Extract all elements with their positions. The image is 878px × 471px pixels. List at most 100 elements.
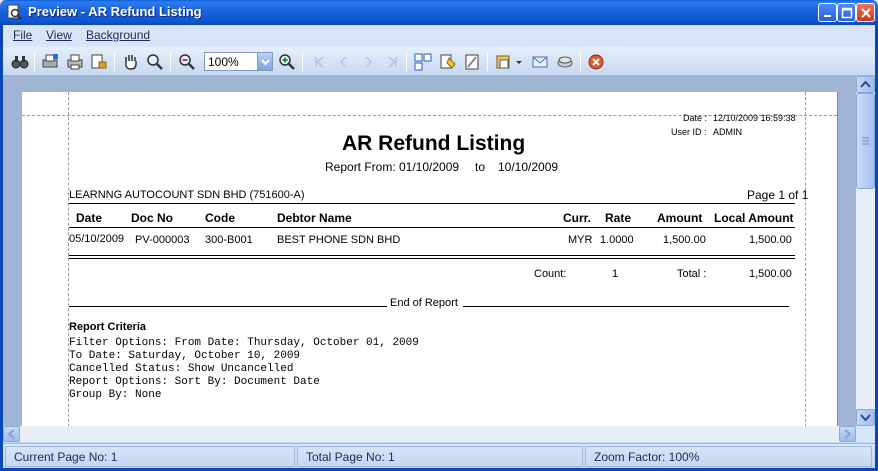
prev-page-icon <box>339 56 347 68</box>
toolbar-separator <box>406 52 407 71</box>
find-icon <box>11 56 29 69</box>
menu-background[interactable]: Background <box>86 28 150 42</box>
multi-page-button[interactable] <box>413 52 433 72</box>
column-header-code: Code <box>205 211 235 225</box>
close-button[interactable] <box>856 3 875 22</box>
magnifier-icon <box>147 54 163 70</box>
chevron-left-icon <box>7 429 15 439</box>
total-label: Total : <box>677 268 707 280</box>
row-debtor-name: BEST PHONE SDN BHD <box>277 234 401 246</box>
next-page-button[interactable] <box>358 52 378 72</box>
column-header-rate: Rate <box>605 211 632 225</box>
header-top-rule <box>69 203 795 204</box>
row-date: 05/10/2009 <box>69 233 125 245</box>
vertical-scrollbar[interactable] <box>856 76 875 426</box>
window-title: Preview - AR Refund Listing <box>28 4 202 19</box>
user-id-label: User ID : <box>671 127 707 137</box>
chevron-right-icon <box>844 429 852 439</box>
preview-area[interactable]: Date : 12/10/2009 16:59:38 User ID : ADM… <box>3 76 856 426</box>
report-from-label: Report From: <box>325 160 396 174</box>
minimize-button[interactable] <box>818 3 837 22</box>
total-rule-top <box>69 255 795 256</box>
report-criteria-line: Group By: None <box>69 389 162 401</box>
status-current-page: Current Page No: 1 <box>5 446 295 467</box>
watermark-button[interactable] <box>462 52 482 72</box>
column-header-date: Date <box>76 211 103 225</box>
zoom-out-icon <box>179 54 195 70</box>
report-page: Date : 12/10/2009 16:59:38 User ID : ADM… <box>22 92 837 426</box>
find-button[interactable] <box>10 52 30 72</box>
status-bar: Current Page No: 1 Total Page No: 1 Zoom… <box>3 443 875 468</box>
hand-tool-button[interactable] <box>121 52 141 72</box>
send-button[interactable] <box>555 52 575 72</box>
next-page-icon <box>365 56 373 68</box>
report-from-date: 01/10/2009 <box>399 160 460 174</box>
scroll-down-button[interactable] <box>856 409 875 426</box>
chevron-down-icon <box>261 59 270 66</box>
prev-page-button[interactable] <box>334 52 354 72</box>
total-value: 1,500.00 <box>749 268 792 280</box>
close-icon <box>861 8 871 18</box>
scroll-left-button[interactable] <box>3 426 20 442</box>
save-dropdown-button[interactable] <box>514 52 524 72</box>
maximize-icon <box>841 7 853 19</box>
zoom-value: 100% <box>208 55 239 69</box>
page-color-button[interactable] <box>438 52 458 72</box>
page-color-icon <box>440 54 456 69</box>
title-bar: Preview - AR Refund Listing <box>0 0 878 25</box>
close-preview-icon <box>588 54 604 70</box>
close-preview-button[interactable] <box>586 52 606 72</box>
vertical-scroll-thumb[interactable] <box>856 93 875 189</box>
print-button[interactable] <box>65 52 85 72</box>
margin-guide <box>805 92 806 426</box>
last-page-button[interactable] <box>382 52 402 72</box>
column-header-local-amount: Local Amount <box>714 211 794 225</box>
export-button[interactable] <box>89 52 109 72</box>
hand-icon <box>125 55 137 70</box>
menu-bar: File View Background <box>3 25 875 47</box>
zoom-select[interactable]: 100% <box>204 52 273 71</box>
date-label: Date : <box>683 113 708 123</box>
send-icon <box>557 56 573 68</box>
chevron-down-icon <box>860 414 871 422</box>
report-criteria-line: Filter Options: From Date: Thursday, Oct… <box>69 337 419 349</box>
email-button[interactable] <box>530 52 550 72</box>
column-header-curr: Curr. <box>563 211 592 225</box>
zoom-dropdown-button[interactable] <box>257 53 272 70</box>
end-of-report: End of Report <box>390 297 458 309</box>
count-label: Count: <box>534 268 567 280</box>
toolbar-separator <box>170 52 171 71</box>
horizontal-scrollbar[interactable] <box>3 426 856 442</box>
scroll-up-button[interactable] <box>856 76 875 93</box>
end-report-rule-left <box>69 306 387 307</box>
menu-file[interactable]: File <box>13 28 32 42</box>
report-criteria-line: Cancelled Status: Show Uncancelled <box>69 363 294 375</box>
toolbar-separator <box>302 52 303 71</box>
page-info: Page 1 of 1 <box>747 188 809 202</box>
row-amount: 1,500.00 <box>663 234 706 246</box>
zoom-out-button[interactable] <box>177 52 197 72</box>
preview-app-icon <box>7 4 22 20</box>
email-icon <box>532 56 548 68</box>
print-setup-button[interactable] <box>40 52 60 72</box>
chevron-up-icon <box>860 80 871 88</box>
print-icon <box>67 54 83 70</box>
row-doc-no: PV-000003 <box>135 234 190 246</box>
row-rate: 1.0000 <box>600 234 634 246</box>
total-rule-bottom <box>69 258 795 259</box>
zoom-in-button[interactable] <box>277 52 297 72</box>
report-criteria-line: To Date: Saturday, October 10, 2009 <box>69 350 301 362</box>
maximize-button[interactable] <box>837 3 856 22</box>
report-criteria-title: Report Criteria <box>69 321 147 333</box>
row-local-amount: 1,500.00 <box>749 234 792 246</box>
scroll-right-button[interactable] <box>839 426 856 442</box>
save-button[interactable] <box>494 52 514 72</box>
watermark-icon <box>465 54 479 70</box>
last-page-icon <box>388 56 397 68</box>
magnifier-button[interactable] <box>145 52 165 72</box>
menu-view[interactable]: View <box>46 28 72 42</box>
header-bottom-rule <box>69 227 795 228</box>
zoom-in-icon <box>279 54 295 70</box>
first-page-button[interactable] <box>310 52 330 72</box>
chevron-down-icon <box>516 61 522 64</box>
